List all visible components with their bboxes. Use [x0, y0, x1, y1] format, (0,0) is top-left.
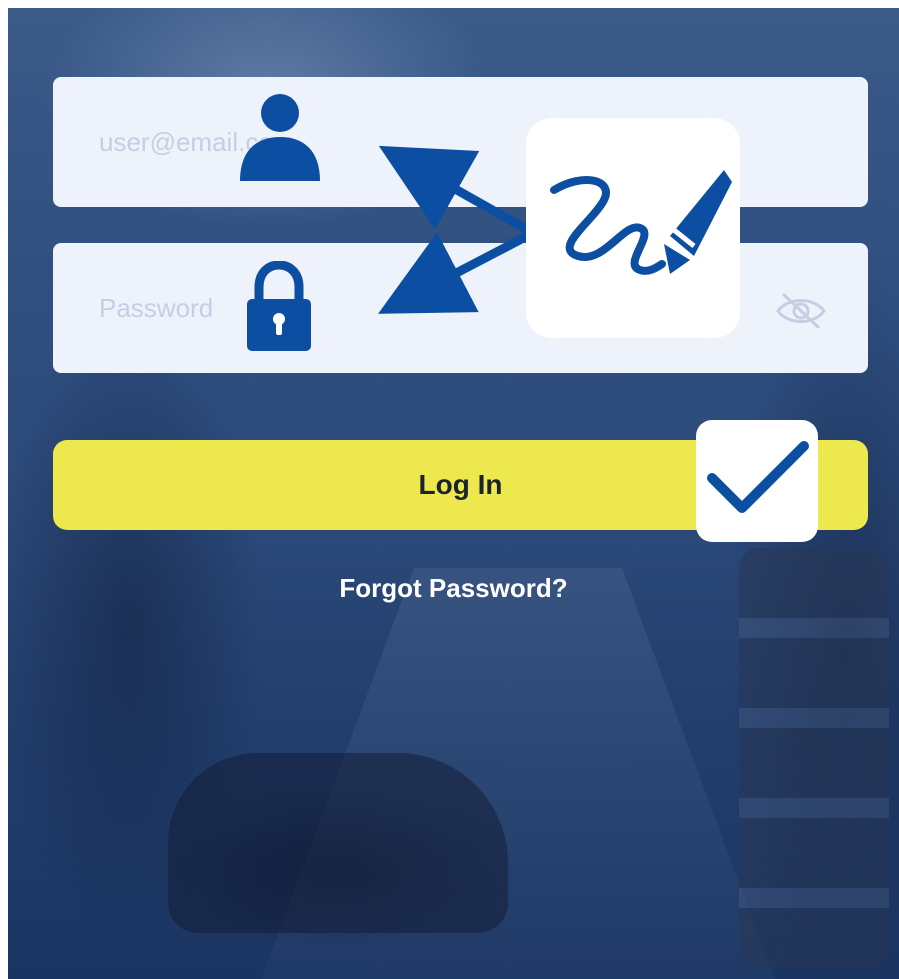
login-screen: Log In Forgot Password?: [8, 8, 899, 979]
background-car: [168, 753, 508, 933]
signature-tile: [526, 118, 740, 338]
checkmark-icon: [706, 438, 810, 523]
user-icon: [238, 93, 322, 188]
lock-icon: [243, 260, 315, 358]
arrows-icon: [378, 138, 538, 323]
background-parked-cars: [739, 548, 889, 968]
forgot-password-link[interactable]: Forgot Password?: [8, 573, 899, 604]
eye-slash-icon[interactable]: [774, 291, 828, 336]
checkmark-tile: [696, 420, 818, 542]
signature-pen-icon: [544, 152, 734, 297]
